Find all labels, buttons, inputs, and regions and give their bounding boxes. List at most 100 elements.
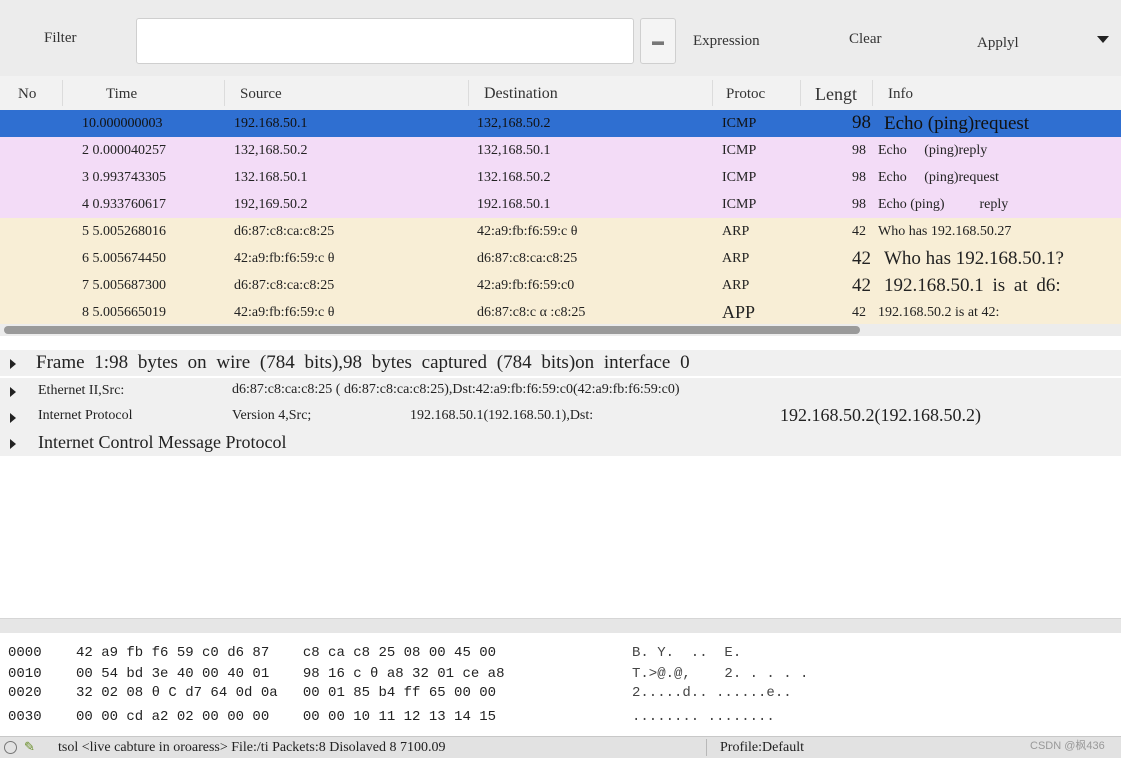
packet-protocol: ICMP	[722, 143, 757, 158]
detail-row-ethernet[interactable]: Ethernet II,Src: d6:87:c8:ca:c8:25 ( d6:…	[0, 378, 1121, 404]
packet-protocol: ARP	[722, 224, 750, 239]
apply-button[interactable]: Applyl	[977, 35, 1019, 52]
filter-toolbar: Filter ▬ Expression Clear Applyl	[0, 0, 1121, 77]
packet-length: 98	[852, 197, 866, 212]
packet-row[interactable]: 6 5.005674450 42:a9:fb:f6:59:c θ d6:87:c…	[0, 245, 1121, 272]
hex-bytes: 32 02 08 θ C d7 64 0d 0a 00 01 85 b4 ff …	[76, 685, 497, 701]
packet-no-time: 4 0.933760617	[82, 197, 166, 212]
column-time[interactable]: Time	[106, 86, 137, 103]
edit-comment-icon[interactable]: ✎	[24, 739, 35, 755]
column-length[interactable]: Lengt	[815, 84, 857, 105]
watermark: CSDN @枫436	[1030, 740, 1105, 752]
profile-label[interactable]: Profile:Default	[720, 740, 804, 756]
column-info[interactable]: Info	[888, 86, 913, 103]
packet-source: d6:87:c8:ca:c8:25	[234, 278, 335, 293]
packet-info: Who has 192.168.50.27	[878, 224, 1012, 239]
packet-row[interactable]: 10.000000003 192.168.50.1 132,168.50.2 I…	[0, 110, 1121, 137]
packet-list-hscrollbar[interactable]	[0, 324, 1121, 336]
detail-ip-version: Version 4,Src;	[232, 408, 312, 423]
packet-details-pane: Frame 1:98 bytes on wire (784 bits),98 b…	[0, 346, 1121, 618]
detail-ip-src: 192.168.50.1(192.168.50.1),Dst:	[410, 408, 594, 423]
hex-bytes: 00 54 bd 3e 40 00 40 01 98 16 c θ a8 32 …	[76, 666, 505, 682]
detail-row-icmp[interactable]: Internet Control Message Protocol	[0, 430, 1121, 456]
hex-dump-pane: 0000 42 a9 fb f6 59 c0 d6 87 c8 ca c8 25…	[0, 633, 1121, 736]
detail-row-ip[interactable]: Internet Protocol Version 4,Src; 192.168…	[0, 404, 1121, 430]
packet-length: 98	[852, 170, 866, 185]
packet-destination: 42:a9:fb:f6:59:c0	[477, 278, 575, 293]
packet-destination: 42:a9:fb:f6:59:c θ	[477, 224, 578, 239]
hex-offset: 0000	[8, 645, 42, 661]
filter-history-dropdown[interactable]: ▬	[640, 18, 676, 64]
packet-length: 98	[852, 112, 871, 133]
pane-divider[interactable]	[0, 618, 1121, 634]
packet-info: Echo (ping)request	[884, 113, 1030, 134]
packet-protocol: APP	[722, 302, 756, 322]
filter-label: Filter	[44, 30, 77, 46]
expand-arrow-icon[interactable]	[10, 387, 16, 397]
packet-length: 42	[852, 224, 866, 239]
packet-destination: 192.168.50.1	[477, 197, 551, 212]
expand-arrow-icon[interactable]	[10, 439, 16, 449]
packet-no-time: 3 0.993743305	[82, 170, 166, 185]
detail-ip-dst: 192.168.50.2(192.168.50.2)	[780, 405, 981, 425]
packet-info: Echo (ping)request	[878, 170, 999, 185]
packet-no-time: 8 5.005665019	[82, 305, 166, 320]
packet-source: 192.168.50.1	[234, 116, 308, 131]
hex-offset: 0010	[8, 666, 42, 682]
expand-arrow-icon[interactable]	[10, 413, 16, 423]
column-protocol[interactable]: Protoc	[726, 86, 765, 103]
hex-offset: 0030	[8, 709, 42, 725]
hex-ascii: B. Y. .. E.	[632, 645, 742, 661]
detail-ip-label: Internet Protocol	[38, 408, 133, 423]
hex-ascii: ........ ........	[632, 709, 775, 725]
packet-row[interactable]: 2 0.000040257 132,168.50.2 132,168.50.1 …	[0, 137, 1121, 164]
hex-ascii: T.>@.@, 2. . . . .	[632, 666, 809, 682]
status-text: tsol <live cabture in oroaress> File:/ti…	[58, 740, 446, 755]
detail-frame-text: Frame 1:98 bytes on wire (784 bits),98 b…	[36, 352, 690, 373]
packet-length: 42	[852, 248, 871, 269]
clear-button[interactable]: Clear	[849, 31, 881, 48]
detail-row-frame[interactable]: Frame 1:98 bytes on wire (784 bits),98 b…	[0, 350, 1121, 376]
packet-no-time: 2 0.000040257	[82, 143, 166, 158]
expand-arrow-icon[interactable]	[10, 359, 16, 369]
packet-destination: 132,168.50.1	[477, 143, 551, 158]
hex-ascii: 2.....d.. ......e..	[632, 685, 792, 701]
packet-source: 42:a9:fb:f6:59:c θ	[234, 251, 335, 266]
packet-destination: 132,168.50.2	[477, 116, 551, 131]
packet-source: 132,168.50.2	[234, 143, 308, 158]
packet-protocol: ARP	[722, 278, 750, 293]
dropdown-icon: ▬	[652, 34, 664, 48]
expression-button[interactable]: Expression	[693, 33, 760, 50]
packet-row[interactable]: 4 0.933760617 192,169.50.2 192.168.50.1 …	[0, 191, 1121, 218]
packet-no-time: 6 5.005674450	[82, 251, 166, 266]
packet-info: 192.168.50.2 is at 42:	[878, 305, 1000, 320]
detail-ethernet-value: d6:87:c8:ca:c8:25 ( d6:87:c8:ca:c8:25),D…	[232, 382, 680, 397]
packet-row[interactable]: 7 5.005687300 d6:87:c8:ca:c8:25 42:a9:fb…	[0, 272, 1121, 299]
hex-offset: 0020	[8, 685, 42, 701]
packet-length: 42	[852, 305, 866, 320]
packet-no-time: 5 5.005268016	[82, 224, 166, 239]
packet-destination: d6:87:c8:c α :c8:25	[477, 305, 586, 320]
packet-no-time: 7 5.005687300	[82, 278, 166, 293]
packet-row[interactable]: 8 5.005665019 42:a9:fb:f6:59:c θ d6:87:c…	[0, 299, 1121, 326]
packet-list: 10.000000003 192.168.50.1 132,168.50.2 I…	[0, 110, 1121, 326]
packet-row[interactable]: 3 0.993743305 132.168.50.1 132.168.50.2 …	[0, 164, 1121, 191]
packet-list-header: No Time Source Destination Protoc Lengt …	[0, 76, 1121, 111]
scrollbar-thumb[interactable]	[4, 326, 860, 334]
packet-length: 42	[852, 275, 871, 296]
column-destination[interactable]: Destination	[484, 85, 558, 103]
packet-source: 192,169.50.2	[234, 197, 308, 212]
packet-length: 98	[852, 143, 866, 158]
packet-no-time: 10.000000003	[82, 116, 163, 131]
column-no[interactable]: No	[18, 86, 36, 103]
packet-protocol: ICMP	[722, 116, 757, 131]
filter-input[interactable]	[136, 18, 634, 64]
toolbar-menu-arrow-icon[interactable]	[1097, 36, 1109, 43]
hex-bytes: 42 a9 fb f6 59 c0 d6 87 c8 ca c8 25 08 0…	[76, 645, 497, 661]
column-source[interactable]: Source	[240, 86, 282, 103]
packet-row[interactable]: 5 5.005268016 d6:87:c8:ca:c8:25 42:a9:fb…	[0, 218, 1121, 245]
packet-info: Echo (ping) reply	[878, 197, 1009, 212]
packet-info: Echo (ping)reply	[878, 143, 988, 158]
packet-protocol: ARP	[722, 251, 750, 266]
capture-status-icon[interactable]	[4, 741, 17, 754]
